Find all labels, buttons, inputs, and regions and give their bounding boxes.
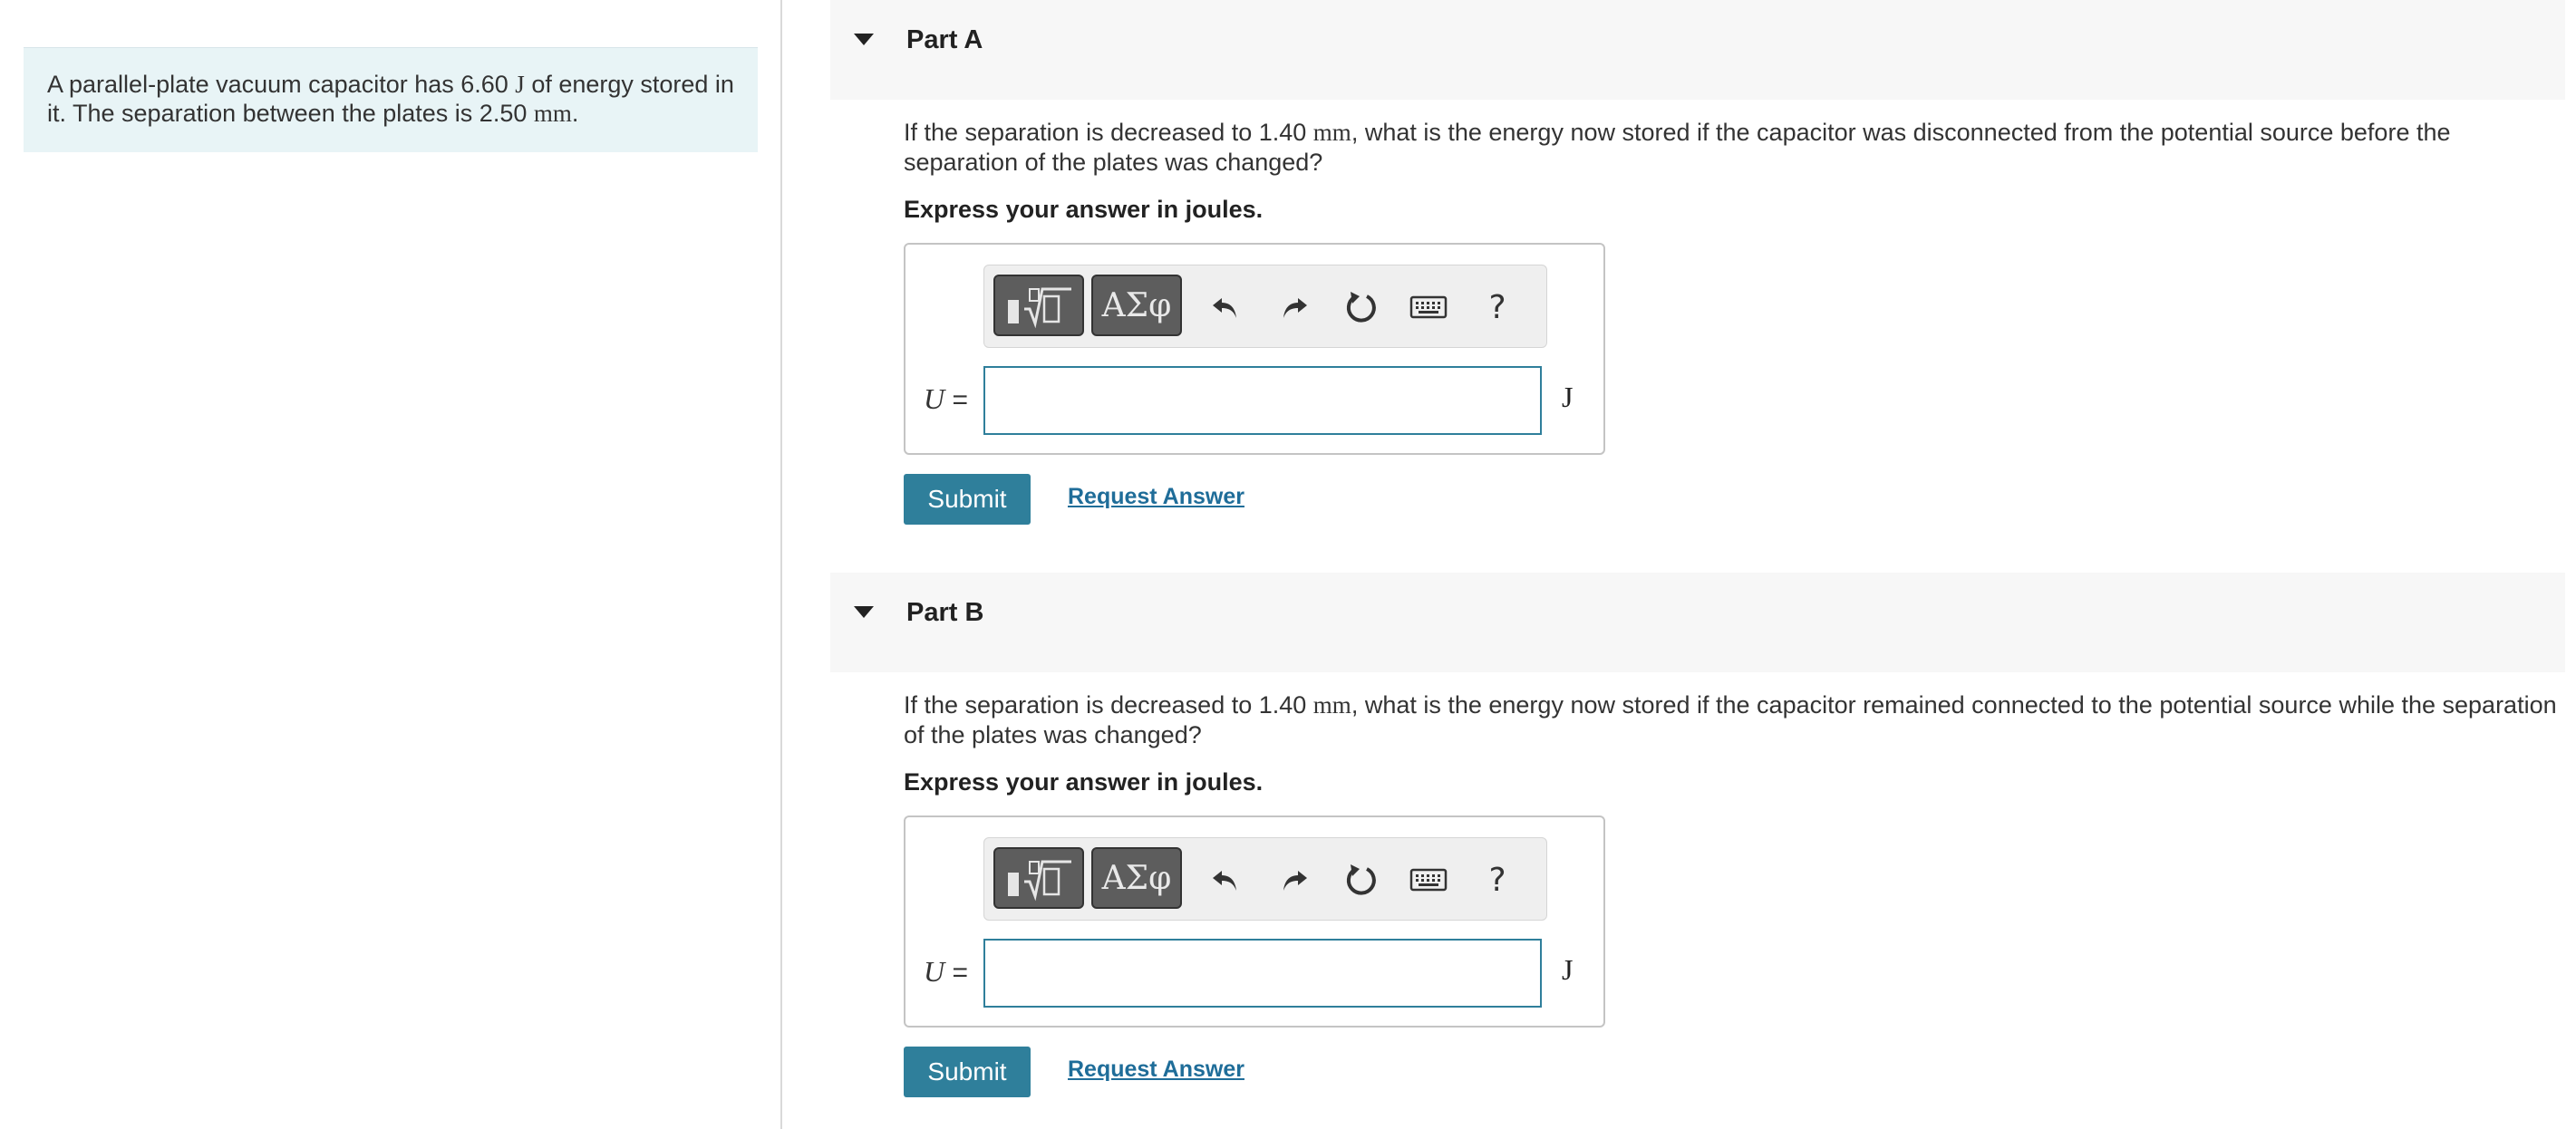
- part-a: Part A If the separation is decreased to…: [830, 0, 2565, 544]
- keyboard-icon: [1409, 295, 1448, 319]
- reset-button[interactable]: [1334, 853, 1389, 907]
- panel-divider: [780, 0, 782, 1129]
- answer-unit: J: [1562, 953, 1574, 986]
- redo-button[interactable]: [1267, 280, 1322, 334]
- problem-statement: A parallel-plate vacuum capacitor has 6.…: [24, 47, 758, 152]
- keyboard-button[interactable]: [1401, 280, 1456, 334]
- equals-sign: =: [952, 958, 968, 988]
- question-unit: mm: [1312, 691, 1351, 719]
- math-toolbar: ΑΣφ ?: [983, 837, 1547, 921]
- math-templates-button[interactable]: [993, 847, 1084, 909]
- keyboard-button[interactable]: [1401, 853, 1456, 907]
- math-templates-icon: [1008, 860, 1071, 902]
- answer-unit: J: [1562, 381, 1574, 413]
- greek-label: ΑΣφ: [1101, 286, 1172, 324]
- problem-text-3: .: [571, 100, 579, 127]
- part-a-submit-button[interactable]: Submit: [904, 474, 1031, 525]
- greek-symbols-button[interactable]: ΑΣφ: [1091, 847, 1182, 909]
- math-toolbar: ΑΣφ ?: [983, 265, 1547, 348]
- undo-button[interactable]: [1198, 853, 1253, 907]
- part-a-answer-input[interactable]: [983, 366, 1542, 435]
- question-unit: mm: [1312, 119, 1351, 146]
- part-b-title: Part B: [906, 598, 984, 627]
- part-b-header[interactable]: Part B: [830, 573, 2565, 672]
- part-b: Part B If the separation is decreased to…: [830, 573, 2565, 1129]
- part-b-answer-box: ΑΣφ ? U = J: [904, 815, 1605, 1028]
- part-a-answer-box: ΑΣφ ? U = J: [904, 243, 1605, 455]
- variable-label: U =: [924, 382, 968, 416]
- collapse-caret-icon[interactable]: [854, 34, 874, 45]
- help-icon: ?: [1488, 288, 1506, 326]
- variable-symbol: U: [924, 955, 945, 988]
- part-b-answer-input[interactable]: [983, 939, 1542, 1008]
- math-templates-icon: [1008, 287, 1071, 329]
- redo-icon: [1283, 298, 1307, 318]
- undo-button[interactable]: [1198, 280, 1253, 334]
- part-a-question: If the separation is decreased to 1.40 m…: [904, 118, 2571, 178]
- problem-panel: A parallel-plate vacuum capacitor has 6.…: [0, 0, 780, 1129]
- undo-icon: [1213, 298, 1236, 318]
- part-a-title: Part A: [906, 25, 983, 54]
- collapse-caret-icon[interactable]: [854, 606, 874, 618]
- help-icon: ?: [1488, 861, 1506, 899]
- math-templates-button[interactable]: [993, 275, 1084, 336]
- reset-icon: [1346, 292, 1376, 323]
- reset-icon: [1346, 864, 1376, 895]
- energy-unit: J: [515, 71, 525, 98]
- part-a-express: Express your answer in joules.: [904, 196, 1264, 223]
- greek-label: ΑΣφ: [1101, 859, 1172, 897]
- part-b-question: If the separation is decreased to 1.40 m…: [904, 690, 2571, 750]
- keyboard-icon: [1409, 868, 1448, 892]
- question-text: If the separation is decreased to 1.40: [904, 691, 1313, 719]
- part-b-express: Express your answer in joules.: [904, 768, 1264, 796]
- greek-symbols-button[interactable]: ΑΣφ: [1091, 275, 1182, 336]
- variable-label: U =: [924, 955, 968, 989]
- question-text: If the separation is decreased to 1.40: [904, 119, 1313, 146]
- help-button[interactable]: ?: [1470, 853, 1525, 907]
- variable-symbol: U: [924, 382, 945, 415]
- redo-icon: [1283, 871, 1307, 891]
- part-b-request-answer-link[interactable]: Request Answer: [1068, 1057, 1244, 1083]
- separation-unit: mm: [533, 100, 572, 127]
- part-b-submit-button[interactable]: Submit: [904, 1047, 1031, 1097]
- redo-button[interactable]: [1267, 853, 1322, 907]
- undo-icon: [1213, 871, 1236, 891]
- equals-sign: =: [952, 385, 968, 415]
- part-a-request-answer-link[interactable]: Request Answer: [1068, 484, 1244, 510]
- part-a-header[interactable]: Part A: [830, 0, 2565, 100]
- help-button[interactable]: ?: [1470, 280, 1525, 334]
- problem-text-1: A parallel-plate vacuum capacitor has 6.…: [47, 71, 516, 98]
- reset-button[interactable]: [1334, 280, 1389, 334]
